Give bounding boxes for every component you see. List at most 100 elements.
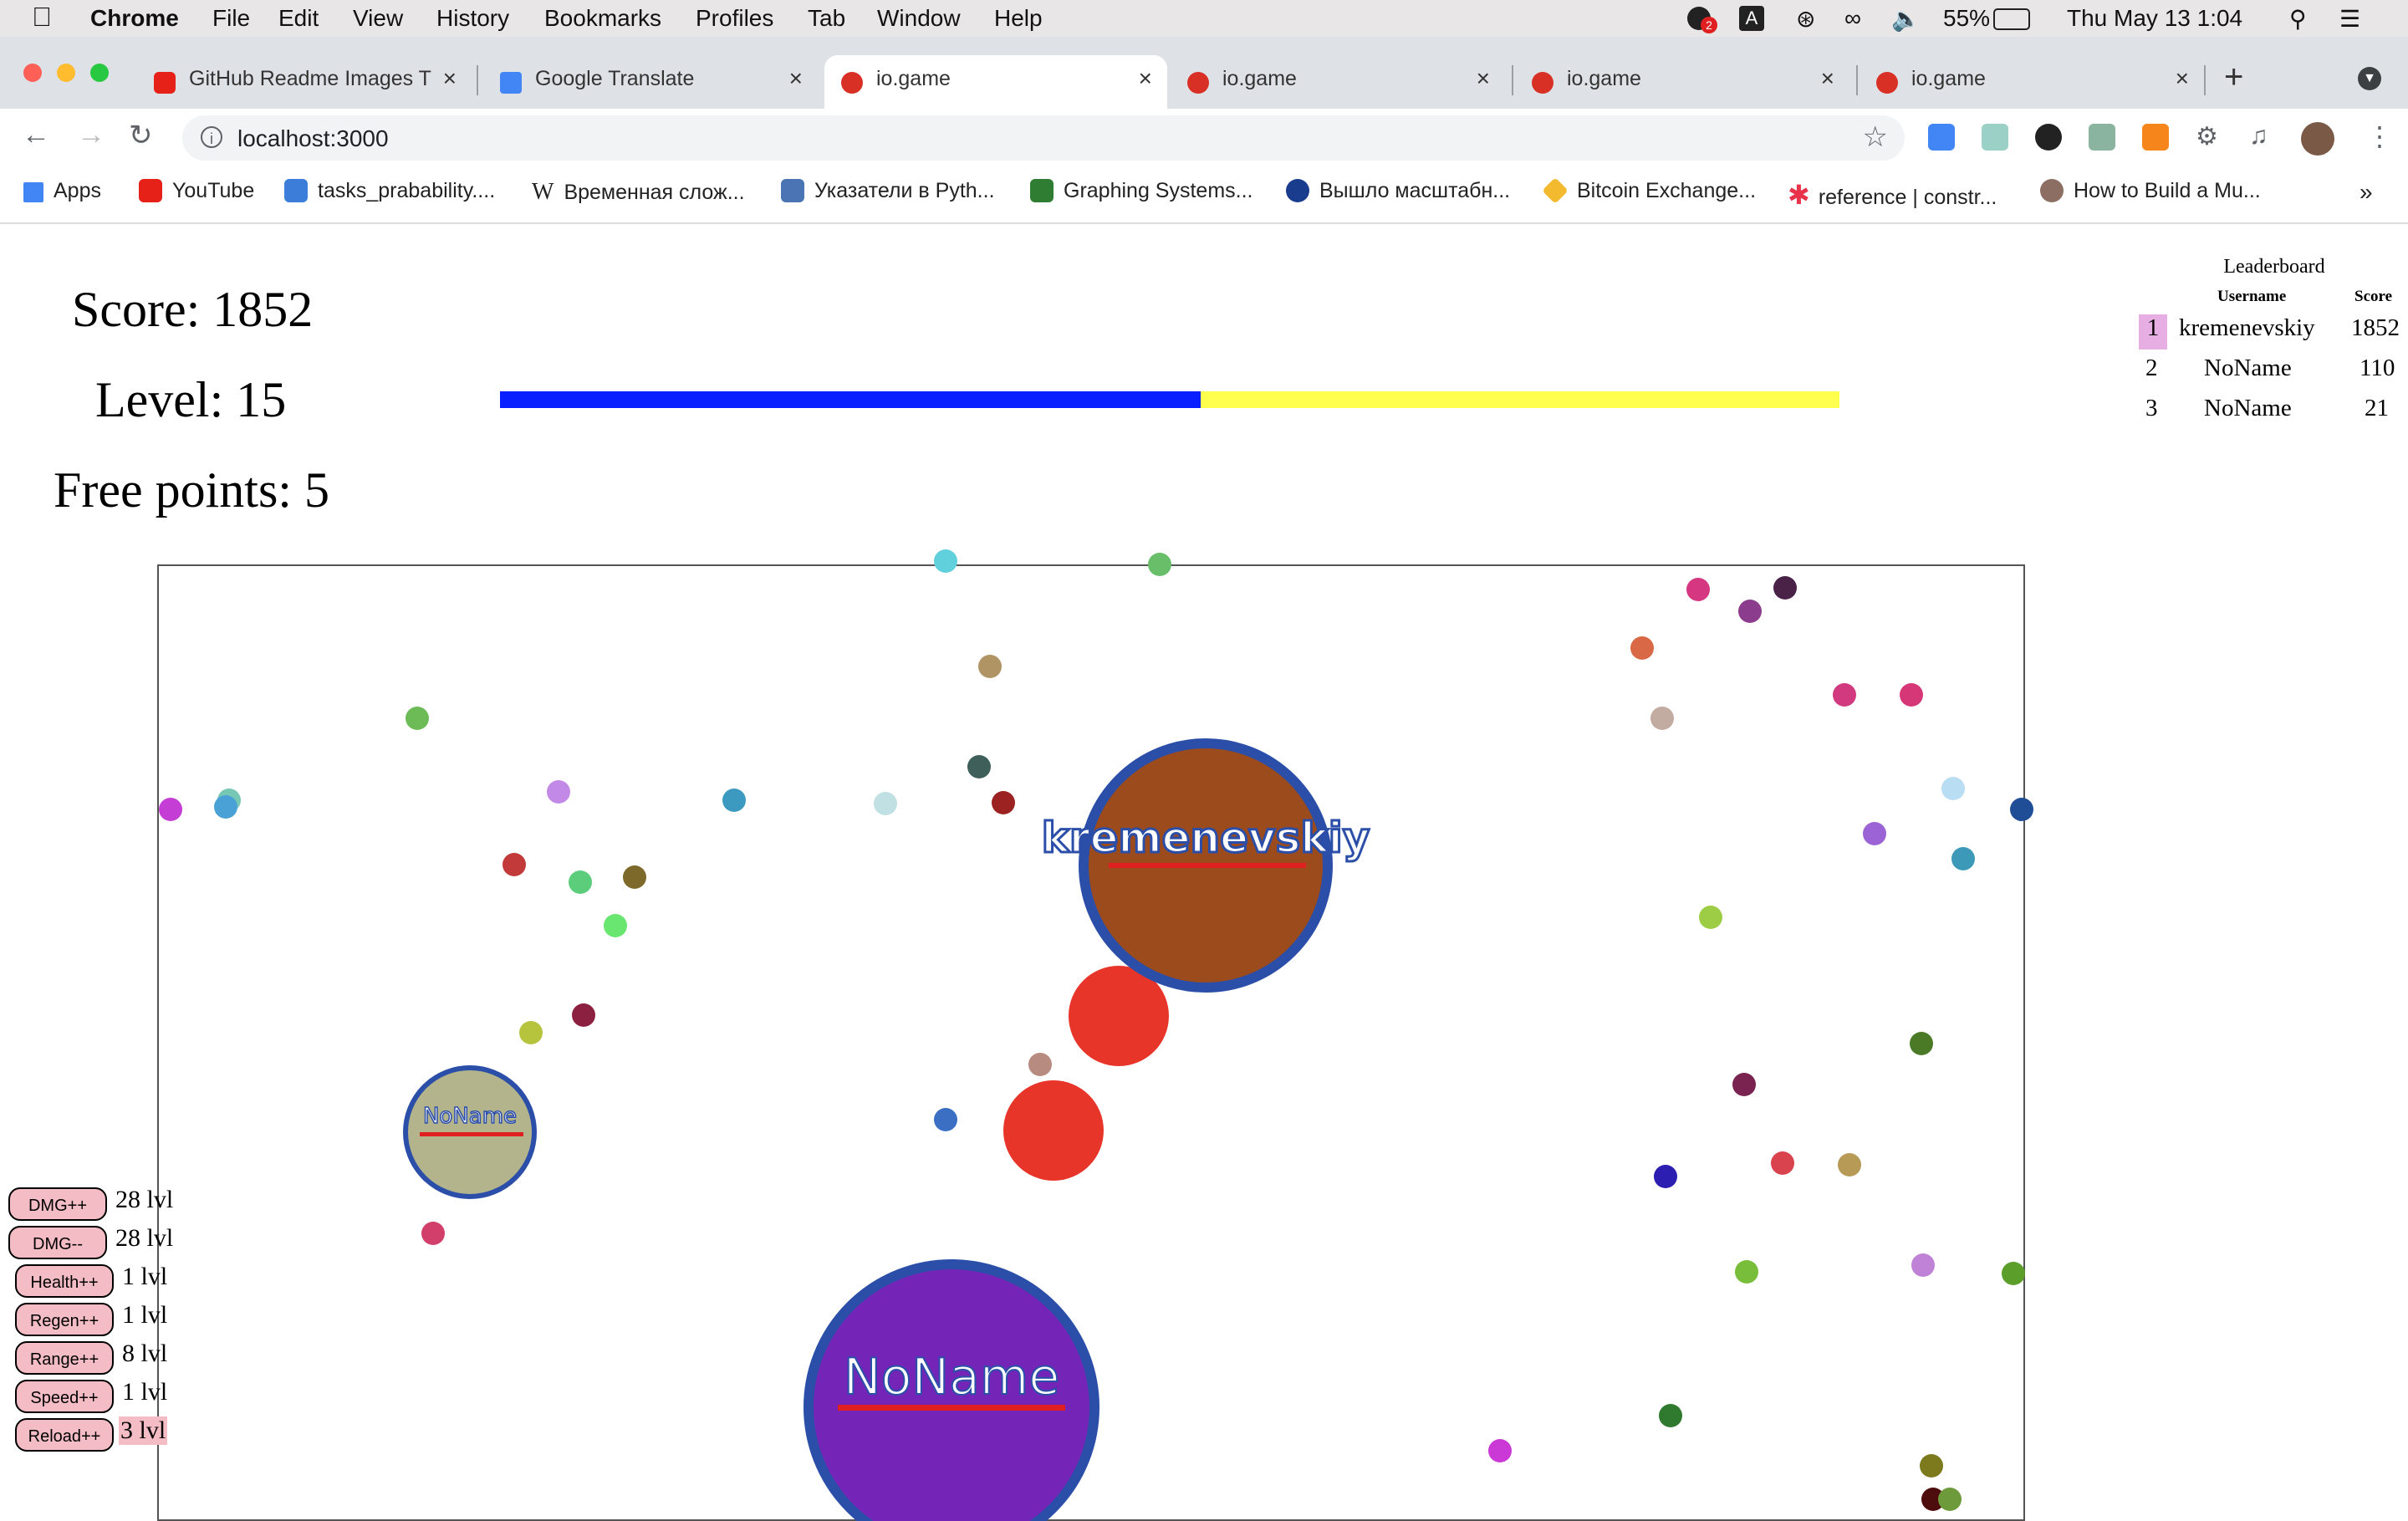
- close-icon[interactable]: ×: [1139, 65, 1152, 92]
- level-progress-fill: [500, 391, 1201, 408]
- leaderboard-rank: 3: [2145, 395, 2158, 421]
- leaderboard-row: 3 NoName 21: [2124, 395, 2408, 431]
- menu-edit[interactable]: Edit: [278, 5, 319, 32]
- food-dot: [1738, 600, 1762, 623]
- google-translate-icon: [500, 72, 522, 94]
- food-dot: [604, 914, 627, 937]
- reload-icon[interactable]: ↻: [129, 119, 153, 152]
- upgrade-speed-button[interactable]: Speed++: [15, 1380, 114, 1413]
- airdrop-icon[interactable]: ∞: [1844, 5, 1861, 32]
- tab-github-readme[interactable]: GitHub Readme Images T ×: [137, 55, 472, 109]
- close-icon[interactable]: ×: [1821, 65, 1834, 92]
- bookmark-star-icon[interactable]: ☆: [1863, 120, 1888, 154]
- profile-avatar[interactable]: [2301, 122, 2334, 156]
- extensions-puzzle-icon[interactable]: ⚙: [2196, 122, 2218, 151]
- menu-app-name[interactable]: Chrome: [90, 5, 179, 32]
- close-icon[interactable]: ×: [789, 65, 803, 92]
- site-icon: [781, 179, 804, 202]
- menu-profiles[interactable]: Profiles: [696, 5, 773, 32]
- upgrade-level: 8 lvl: [122, 1340, 168, 1367]
- menu-help[interactable]: Help: [994, 5, 1043, 32]
- bookmark-bitcoin[interactable]: Bitcoin Exchange...: [1542, 177, 1756, 204]
- menu-file[interactable]: File: [212, 5, 250, 32]
- food-dot: [874, 792, 897, 815]
- upgrade-health-button[interactable]: Health++: [15, 1264, 114, 1298]
- food-dot: [1686, 578, 1710, 601]
- bookmarks-overflow-icon[interactable]: »: [2360, 179, 2373, 206]
- window-minimize-button[interactable]: [57, 64, 75, 82]
- game-icon: [1876, 72, 1898, 94]
- bookmark-youtube[interactable]: YouTube: [139, 179, 254, 203]
- tab-io-game[interactable]: io.game ×: [1171, 55, 1505, 109]
- tab-google-translate[interactable]: Google Translate ×: [483, 55, 818, 109]
- food-dot: [214, 795, 237, 819]
- food-dot: [722, 789, 746, 812]
- upgrade-dmg-minus-button[interactable]: DMG--: [8, 1226, 107, 1259]
- food-dot: [406, 707, 429, 730]
- food-dot: [159, 798, 182, 821]
- food-dot: [1900, 683, 1923, 707]
- apple-icon[interactable]: : [32, 2, 52, 33]
- bookmark-reference[interactable]: ✱ reference | constr...: [1788, 179, 1997, 211]
- volume-icon[interactable]: 🔈: [1891, 5, 1921, 33]
- input-source-icon[interactable]: A: [1739, 6, 1764, 31]
- url-text[interactable]: localhost:3000: [237, 125, 389, 152]
- upgrade-level: 28 lvl: [115, 1186, 174, 1213]
- upgrade-regen-button[interactable]: Regen++: [15, 1303, 114, 1336]
- upgrade-range-button[interactable]: Range++: [15, 1341, 114, 1375]
- close-icon[interactable]: ×: [1477, 65, 1490, 92]
- close-icon[interactable]: ×: [443, 65, 457, 92]
- tab-title: io.game: [1911, 67, 1986, 90]
- food-dot: [1863, 822, 1886, 845]
- bookmark-pointers[interactable]: Указатели в Pyth...: [781, 179, 995, 203]
- bookmark-news[interactable]: Вышло масштабн...: [1286, 179, 1510, 203]
- battery-icon[interactable]: [1993, 8, 2030, 30]
- menu-window[interactable]: Window: [877, 5, 961, 32]
- kebab-menu-icon[interactable]: ⋮: [2366, 120, 2393, 152]
- tab-io-game[interactable]: io.game ×: [1515, 55, 1849, 109]
- binance-icon: [1542, 177, 1569, 204]
- score-text: Score: 1852: [72, 282, 314, 337]
- window-zoom-button[interactable]: [90, 64, 109, 82]
- game-canvas[interactable]: kremenevskiy NoName NoName: [157, 549, 2033, 1521]
- menu-tab[interactable]: Tab: [808, 5, 845, 32]
- bookmark-howto[interactable]: How to Build a Mu...: [2040, 179, 2261, 203]
- food-dot: [1771, 1151, 1794, 1175]
- tab-search-chevron-icon[interactable]: ▼: [2358, 67, 2381, 90]
- menu-view[interactable]: View: [353, 5, 403, 32]
- tab-io-game[interactable]: io.game ×: [1860, 55, 2204, 109]
- screenshot-extension-icon[interactable]: [1982, 124, 2008, 151]
- menu-bookmarks[interactable]: Bookmarks: [544, 5, 661, 32]
- tab-title: GitHub Readme Images T: [189, 67, 431, 90]
- bookmark-apps[interactable]: Apps: [23, 179, 101, 203]
- bookmark-graphing[interactable]: Graphing Systems...: [1030, 179, 1252, 203]
- bluetooth-icon[interactable]: ⊛: [1796, 5, 1815, 33]
- js-extension-icon[interactable]: [2089, 124, 2115, 151]
- site-info-icon[interactable]: i: [201, 126, 222, 148]
- food-dot: [547, 780, 570, 804]
- back-arrow-icon[interactable]: ←: [22, 119, 50, 151]
- wordpress-extension-icon[interactable]: [2035, 124, 2062, 151]
- upgrade-dmg-plus-button[interactable]: DMG++: [8, 1187, 107, 1221]
- food-dot: [1735, 1260, 1758, 1284]
- new-tab-plus-icon[interactable]: +: [2224, 59, 2243, 96]
- forward-arrow-icon[interactable]: →: [77, 119, 105, 151]
- translate-extension-icon[interactable]: [1928, 124, 1955, 151]
- address-bar[interactable]: i localhost:3000 ☆: [182, 115, 1905, 161]
- bookmark-wiki[interactable]: W Временная слож...: [532, 179, 745, 206]
- tab-title: io.game: [1222, 67, 1297, 90]
- tab-io-game-active[interactable]: io.game ×: [824, 55, 1167, 109]
- spotlight-search-icon[interactable]: ⚲: [2289, 5, 2307, 33]
- food-dot: [503, 853, 526, 876]
- close-icon[interactable]: ×: [2176, 65, 2189, 92]
- metamask-fox-icon[interactable]: [2142, 124, 2169, 151]
- upgrade-reload-button[interactable]: Reload++: [15, 1418, 114, 1452]
- clock[interactable]: Thu May 13 1:04: [2067, 5, 2242, 32]
- bookmark-tasks[interactable]: tasks_prabability....: [284, 179, 495, 203]
- food-dot: [1951, 847, 1975, 870]
- window-close-button[interactable]: [23, 64, 42, 82]
- food-dot: [623, 865, 646, 889]
- control-center-icon[interactable]: ☰: [2339, 5, 2360, 33]
- menu-history[interactable]: History: [436, 5, 509, 32]
- media-control-icon[interactable]: ♫: [2249, 122, 2268, 151]
